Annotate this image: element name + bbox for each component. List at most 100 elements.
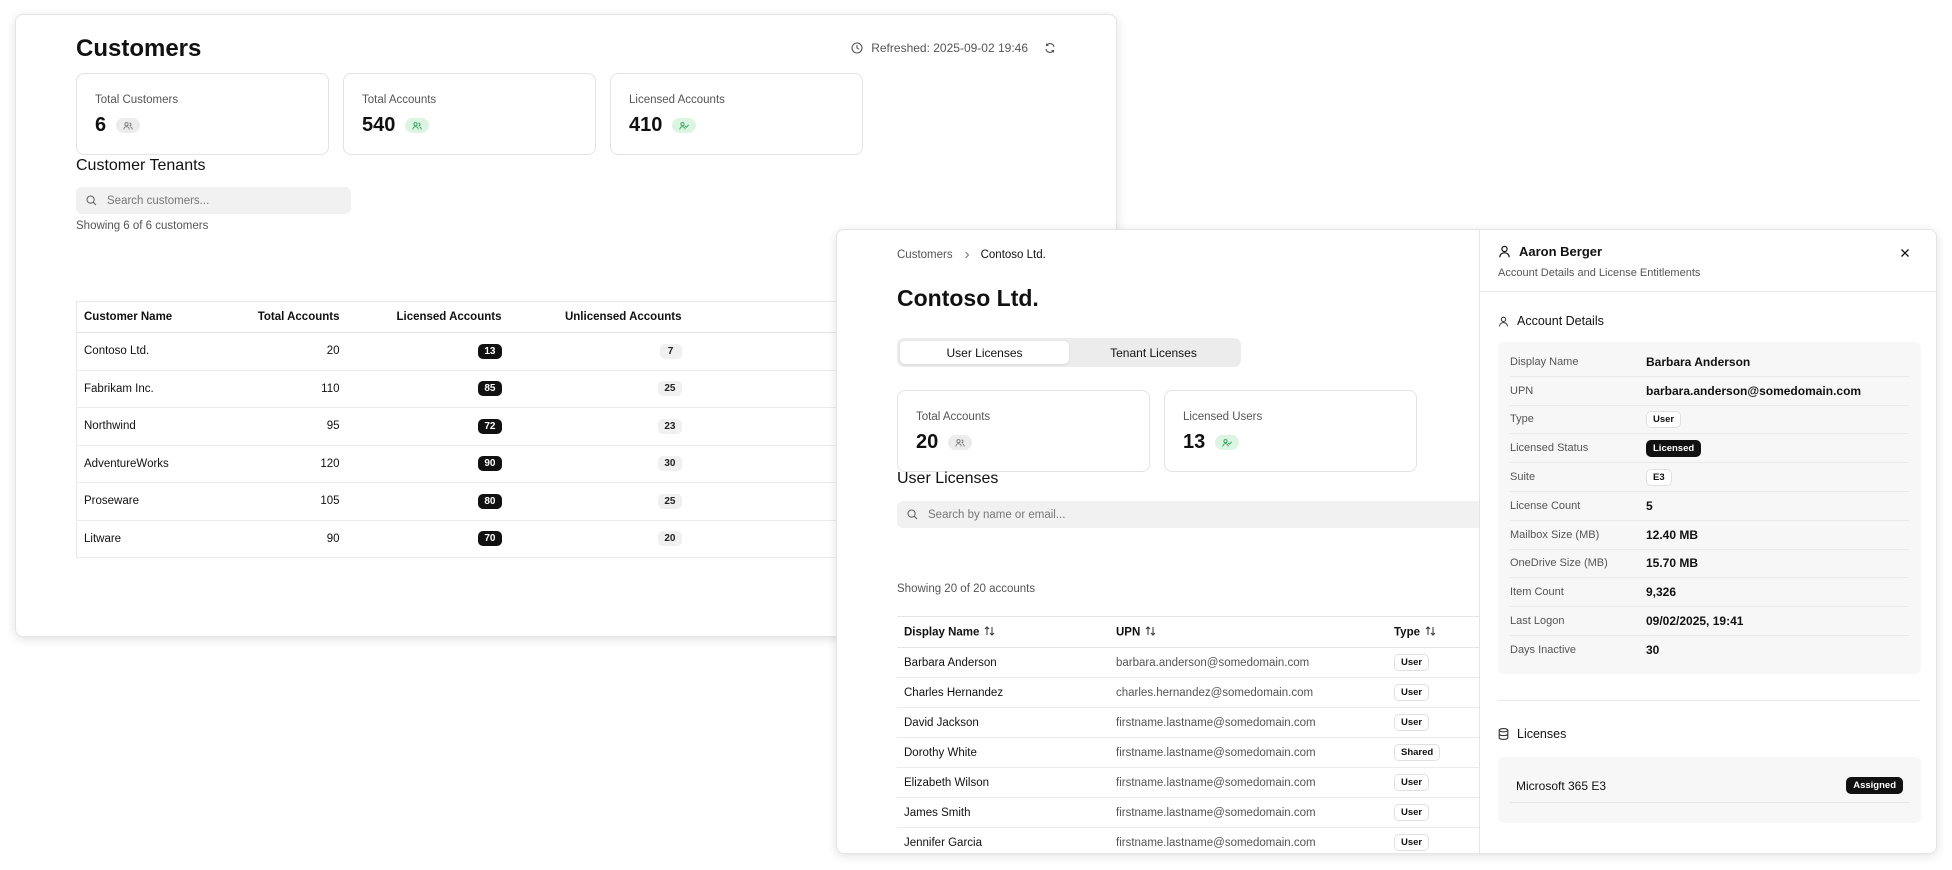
display-name[interactable]: Jennifer Garcia [897, 827, 1109, 853]
breadcrumb-link-customers[interactable]: Customers [897, 249, 953, 261]
customer-name[interactable]: Litware [76, 520, 227, 558]
unlicensed-count-badge: 25 [658, 381, 682, 397]
divider [1480, 291, 1936, 292]
stat-card-total-accounts: Total Accounts 540 [343, 73, 596, 155]
detail-value: 30 [1646, 643, 1660, 658]
table-row[interactable]: Barbara Anderson barbara.anderson@somedom… [897, 647, 1517, 678]
detail-row: Type User [1510, 406, 1909, 435]
users-icon [405, 118, 430, 133]
stat-value: 20 [916, 431, 939, 453]
detail-key: OneDrive Size (MB) [1510, 557, 1608, 570]
type-badge: User [1394, 684, 1430, 701]
unlicensed-count-badge: 23 [658, 418, 682, 434]
upn: firstname.lastname@somedomain.com [1109, 707, 1387, 738]
tab-tenant-licenses[interactable]: Tenant Licenses [1069, 341, 1238, 364]
sort-icon[interactable] [984, 625, 995, 639]
table-row[interactable]: Elizabeth Wilson firstname.lastname@somed… [897, 767, 1517, 798]
column-header-licensed-accounts[interactable]: Licensed Accounts [346, 301, 509, 333]
customer-search[interactable] [76, 187, 351, 214]
user-icon [1498, 245, 1511, 258]
display-name[interactable]: Barbara Anderson [897, 647, 1109, 678]
detail-value: User [1646, 410, 1682, 428]
tenant-window: Customers Contoso Ltd. Contoso Ltd. User… [836, 229, 1937, 854]
table-row[interactable]: James Smith firstname.lastname@somedomain… [897, 797, 1517, 828]
customer-name[interactable]: Fabrikam Inc. [76, 370, 227, 408]
stat-label: Total Accounts [916, 411, 991, 423]
licensed-count-badge: 72 [478, 418, 502, 434]
panel-title-text: Aaron Berger [1519, 244, 1603, 259]
section-label: Licenses [1517, 727, 1567, 741]
detail-row: Suite E3 [1510, 463, 1909, 492]
stat-value: 13 [1183, 431, 1206, 453]
table-row[interactable]: Jennifer Garcia firstname.lastname@somedo… [897, 827, 1517, 853]
clock-icon [851, 42, 863, 54]
column-header-unlicensed-accounts[interactable]: Unlicensed Accounts [508, 301, 689, 333]
customer-name[interactable]: Proseware [76, 482, 227, 521]
section-label: Account Details [1517, 314, 1604, 328]
page-title: Customers [76, 35, 202, 62]
detail-key: Mailbox Size (MB) [1510, 528, 1600, 541]
total-accounts: 20 [226, 332, 347, 371]
licenses-box: Microsoft 365 E3 Assigned [1498, 757, 1921, 823]
table-row[interactable]: Dorothy White firstname.lastname@somedoma… [897, 737, 1517, 768]
table-row[interactable]: David Jackson firstname.lastname@somedoma… [897, 707, 1517, 738]
column-header-upn[interactable]: UPN [1109, 616, 1387, 648]
license-name: Microsoft 365 E3 [1516, 778, 1607, 793]
refresh-icon[interactable] [1044, 42, 1056, 54]
users-icon [948, 435, 973, 450]
customer-name[interactable]: AdventureWorks [76, 445, 227, 483]
column-header-customer-name[interactable]: Customer Name [76, 301, 227, 333]
unlicensed-count-badge: 7 [659, 343, 682, 359]
sort-icon[interactable] [1425, 625, 1436, 639]
detail-row: Licensed Status Licensed [1510, 434, 1909, 464]
stat-value: 410 [629, 114, 663, 136]
refreshed-text: Refreshed: 2025-09-02 19:46 [871, 41, 1028, 55]
display-name[interactable]: Charles Hernandez [897, 677, 1109, 708]
table-header-row: Display Name UPN Type [897, 616, 1517, 648]
upn: firstname.lastname@somedomain.com [1109, 767, 1387, 798]
customer-name[interactable]: Contoso Ltd. [76, 332, 227, 371]
stat-card-total-customers: Total Customers 6 [76, 73, 329, 155]
table-row[interactable]: Charles Hernandez charles.hernandez@somed… [897, 677, 1517, 708]
display-name[interactable]: Dorothy White [897, 737, 1109, 768]
user-licenses-table: Display Name UPN Type Barbara Anderson ba… [897, 616, 1517, 853]
sort-icon[interactable] [1145, 625, 1156, 639]
stat-card-total-accounts: Total Accounts 20 [897, 390, 1150, 472]
display-name[interactable]: Elizabeth Wilson [897, 767, 1109, 798]
upn: barbara.anderson@somedomain.com [1109, 647, 1387, 678]
upn: firstname.lastname@somedomain.com [1109, 737, 1387, 768]
section-title: Customer Tenants [76, 157, 206, 174]
unlicensed-count-badge: 30 [658, 456, 682, 472]
tab-user-licenses[interactable]: User Licenses [900, 341, 1069, 364]
detail-key: Suite [1510, 471, 1536, 484]
column-header-total-accounts[interactable]: Total Accounts [226, 301, 347, 333]
detail-key: License Count [1510, 499, 1581, 512]
licensed-count-badge: 70 [478, 531, 502, 547]
customer-search-input[interactable] [107, 194, 337, 207]
display-name[interactable]: James Smith [897, 797, 1109, 828]
detail-row: Display Name Barbara Anderson [1510, 348, 1909, 377]
user-icon [1498, 316, 1509, 327]
tenant-title: Contoso Ltd. [897, 285, 1039, 311]
detail-value: barbara.anderson@somedomain.com [1646, 383, 1862, 398]
user-search-input[interactable] [928, 508, 1468, 521]
user-check-icon [672, 118, 697, 133]
database-icon [1498, 728, 1509, 740]
licenses-heading: Licenses [1498, 727, 1566, 741]
stat-label: Licensed Accounts [629, 94, 725, 106]
column-header-label: Display Name [904, 626, 980, 639]
license-item: Microsoft 365 E3 Assigned [1510, 769, 1909, 803]
detail-row: Mailbox Size (MB) 12.40 MB [1510, 521, 1909, 550]
display-name[interactable]: David Jackson [897, 707, 1109, 738]
user-search[interactable] [897, 501, 1497, 528]
search-icon [86, 195, 97, 206]
total-accounts: 110 [226, 370, 347, 408]
customer-name[interactable]: Northwind [76, 407, 227, 446]
column-header-label: UPN [1116, 626, 1141, 639]
column-header-display-name[interactable]: Display Name [897, 616, 1109, 648]
type-badge: User [1394, 654, 1430, 671]
total-accounts: 95 [226, 407, 347, 446]
close-icon[interactable] [1900, 248, 1910, 258]
unlicensed-count-badge: 25 [658, 493, 682, 509]
showing-count: Showing 20 of 20 accounts [897, 583, 1036, 595]
